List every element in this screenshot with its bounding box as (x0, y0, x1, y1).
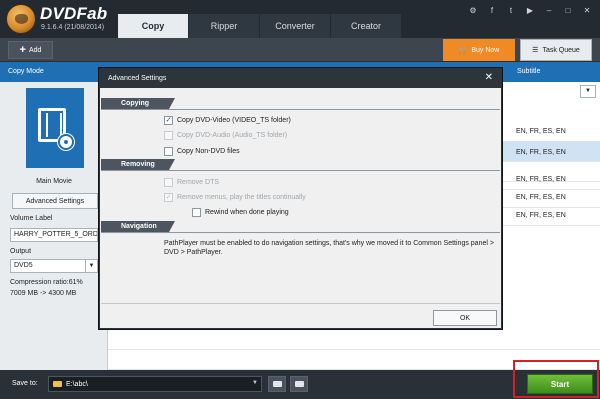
section-divider (101, 232, 500, 233)
checkbox-icon[interactable] (164, 147, 173, 156)
option-label: Copy DVD-Video (VIDEO_TS folder) (177, 117, 291, 124)
section-divider (101, 109, 500, 110)
task-queue-button[interactable]: ☰ Task Queue (520, 39, 592, 61)
option-label: Rewind when done playing (205, 209, 289, 216)
dvdfab-logo-icon (6, 4, 36, 34)
dialog-footer-divider (101, 303, 500, 304)
settings-icon[interactable]: ⚙ (468, 6, 478, 15)
close-icon[interactable]: ✕ (582, 6, 592, 15)
chevron-down-icon[interactable]: ▼ (85, 260, 97, 272)
add-button-label: Add (28, 46, 42, 54)
add-button[interactable]: + Add (8, 41, 53, 59)
title-bar: DVDFab 9.1.6.4 (21/08/2014) Copy Ripper … (0, 0, 600, 38)
chevron-down-icon[interactable]: ▼ (252, 380, 258, 386)
section-removing: Removing (101, 159, 175, 170)
cart-icon: 🛒 (458, 47, 468, 54)
task-queue-label: Task Queue (542, 46, 580, 54)
option-remove-menus: ✓ Remove menus, play the titles continua… (164, 193, 306, 202)
window-controls: ⚙ f t ▶ – □ ✕ (468, 6, 592, 15)
option-remove-dts: Remove DTS (164, 178, 219, 187)
copy-mode-label: Main Movie (36, 178, 72, 185)
navigation-info-text: PathPlayer must be enabled to do navigat… (164, 240, 494, 256)
buy-now-label: Buy Now (471, 46, 500, 54)
save-to-label: Save to: (12, 380, 38, 387)
checkbox-checked-icon[interactable]: ✓ (164, 116, 173, 125)
section-navigation: Navigation (101, 221, 175, 232)
toolbar: + Add 🛒 Buy Now ☰ Task Queue (0, 38, 600, 62)
save-path-field[interactable]: E:\abc\ ▼ (48, 376, 262, 392)
save-iso-button[interactable] (290, 376, 308, 392)
tab-ripper[interactable]: Ripper (189, 14, 259, 38)
size-estimate: 7009 MB -> 4300 MB (10, 290, 77, 297)
disc-icon (58, 134, 74, 150)
option-label: Copy DVD-Audio (Audio_TS folder) (177, 132, 288, 139)
output-caption: Output (10, 248, 32, 255)
youtube-icon[interactable]: ▶ (525, 6, 535, 15)
volume-label-input[interactable]: HARRY_POTTER_5_ORD (10, 228, 98, 242)
minimize-icon[interactable]: – (544, 6, 554, 15)
subtitle-value: EN, FR, ES, EN (516, 194, 566, 201)
subtitle-dropdown[interactable]: ▼ (580, 85, 596, 98)
iso-icon (294, 381, 304, 387)
subtitle-value: EN, FR, ES, EN (516, 176, 566, 183)
option-copy-dvd-video[interactable]: ✓ Copy DVD-Video (VIDEO_TS folder) (164, 116, 291, 125)
buy-now-button[interactable]: 🛒 Buy Now (443, 39, 515, 61)
output-value: DVD5 (14, 262, 33, 269)
app-name: DVDFab (40, 4, 108, 23)
close-icon[interactable]: ✕ (485, 72, 493, 83)
option-rewind[interactable]: Rewind when done playing (192, 208, 289, 217)
checkbox-checked-icon: ✓ (164, 193, 173, 202)
section-divider (101, 170, 500, 171)
list-row[interactable] (108, 330, 600, 350)
main-tabs: Copy Ripper Converter Creator (118, 14, 402, 38)
checkbox-icon[interactable] (192, 208, 201, 217)
facebook-icon[interactable]: f (487, 6, 497, 15)
output-select[interactable]: DVD5 ▼ (10, 259, 98, 273)
copy-mode-panel: Main Movie Advanced Settings Volume Labe… (0, 82, 108, 370)
option-copy-dvd-audio: Copy DVD-Audio (Audio_TS folder) (164, 131, 287, 140)
compression-ratio: Compression ratio:61% (10, 279, 83, 286)
plus-icon: + (19, 44, 26, 56)
browse-folder-button[interactable] (268, 376, 286, 392)
ok-button[interactable]: OK (433, 310, 497, 326)
dialog-title-bar: Advanced Settings (100, 69, 501, 88)
main-movie-mode-icon[interactable] (26, 88, 84, 168)
subtitle-value: EN, FR, ES, EN (516, 128, 566, 135)
checkbox-icon (164, 131, 173, 140)
folder-open-icon (272, 381, 282, 387)
save-path-value: E:\abc\ (66, 380, 88, 388)
advanced-settings-dialog: Advanced Settings ✕ Copying ✓ Copy DVD-V… (99, 68, 502, 329)
advanced-settings-button[interactable]: Advanced Settings (12, 193, 98, 209)
dialog-title: Advanced Settings (108, 75, 167, 82)
tab-copy[interactable]: Copy (118, 14, 188, 38)
option-copy-non-dvd[interactable]: Copy Non-DVD files (164, 147, 240, 156)
option-label: Copy Non-DVD files (177, 148, 240, 155)
bottom-bar: Save to: E:\abc\ ▼ (0, 370, 600, 399)
start-button[interactable]: Start (527, 374, 593, 394)
app-version: 9.1.6.4 (21/08/2014) (41, 24, 105, 31)
maximize-icon[interactable]: □ (563, 6, 573, 15)
subtitle-value: EN, FR, ES, EN (516, 212, 566, 219)
twitter-icon[interactable]: t (506, 6, 516, 15)
queue-icon: ☰ (532, 47, 539, 54)
copy-mode-header: Copy Mode (8, 68, 44, 75)
folder-icon (53, 381, 62, 387)
tab-converter[interactable]: Converter (260, 14, 330, 38)
checkbox-icon (164, 178, 173, 187)
subtitle-header: Subtitle (517, 68, 541, 75)
option-label: Remove DTS (177, 179, 220, 186)
tab-creator[interactable]: Creator (331, 14, 401, 38)
subtitle-value: EN, FR, ES, EN (516, 149, 566, 156)
section-copying: Copying (101, 98, 175, 109)
option-label: Remove menus, play the titles continuall… (177, 194, 306, 201)
volume-label-caption: Volume Label (10, 215, 53, 222)
